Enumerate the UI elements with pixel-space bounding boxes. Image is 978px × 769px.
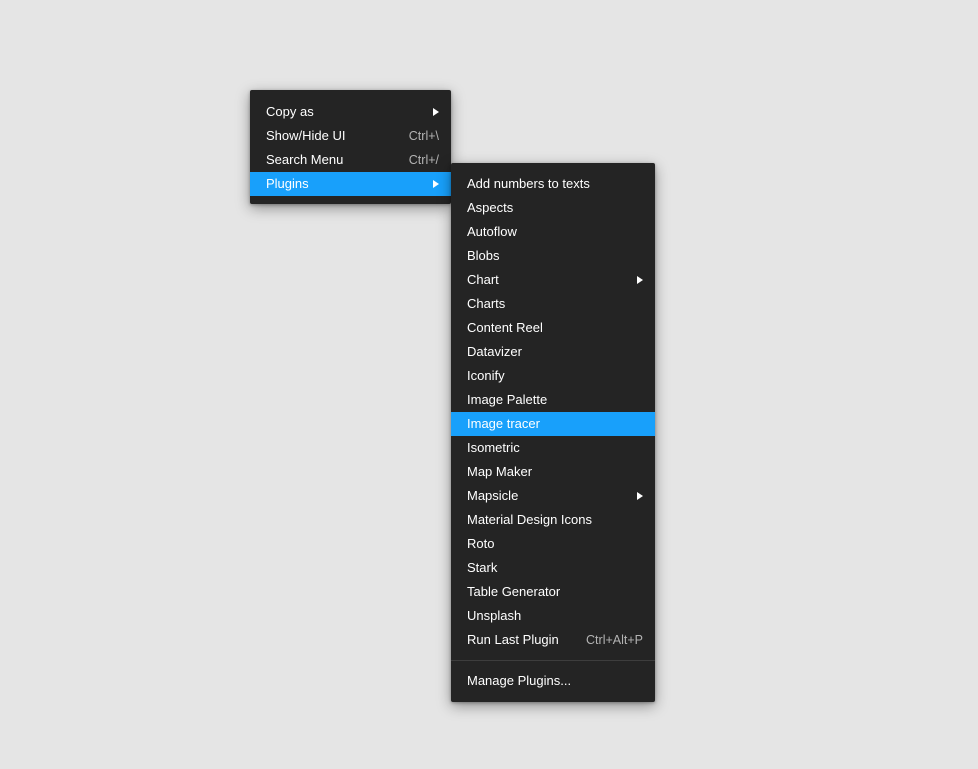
menu-item-label: Chart <box>467 272 499 287</box>
menu-item-charts[interactable]: Charts <box>451 292 655 316</box>
menu-item-label: Image tracer <box>467 416 540 431</box>
chevron-right-icon <box>433 108 439 116</box>
menu-item-label: Mapsicle <box>467 488 519 503</box>
menu-item-iconify[interactable]: Iconify <box>451 364 655 388</box>
context-menu-plugins-submenu[interactable]: Add numbers to texts Aspects Autoflow Blobs… <box>451 163 655 702</box>
context-menu-main[interactable]: Copy as Show/Hide UI Ctrl+\ Search Menu Ctrl… <box>250 90 451 204</box>
screen-canvas: Copy as Show/Hide UI Ctrl+\ Search Menu Ctrl… <box>0 0 978 769</box>
menu-item-shortcut: Ctrl+Alt+P <box>586 633 643 647</box>
menu-item-autoflow[interactable]: Autoflow <box>451 220 655 244</box>
menu-item-label: Content Reel <box>467 320 543 335</box>
menu-item-label: Autoflow <box>467 224 517 239</box>
menu-item-search-menu[interactable]: Search Menu Ctrl+/ <box>250 148 451 172</box>
menu-item-label: Image Palette <box>467 392 548 407</box>
menu-item-material-design-icons[interactable]: Material Design Icons <box>451 508 655 532</box>
menu-item-label: Isometric <box>467 440 520 455</box>
menu-divider <box>451 660 655 661</box>
menu-item-map-maker[interactable]: Map Maker <box>451 460 655 484</box>
menu-item-label: Table Generator <box>467 584 561 599</box>
menu-item-run-last-plugin[interactable]: Run Last Plugin Ctrl+Alt+P <box>451 628 655 652</box>
menu-item-label: Plugins <box>266 176 309 191</box>
menu-item-label: Blobs <box>467 248 500 263</box>
menu-item-label: Manage Plugins... <box>467 673 572 688</box>
menu-item-show-hide-ui[interactable]: Show/Hide UI Ctrl+\ <box>250 124 451 148</box>
menu-item-label: Add numbers to texts <box>467 176 590 191</box>
menu-item-label: Iconify <box>467 368 505 383</box>
menu-item-plugins[interactable]: Plugins <box>250 172 451 196</box>
menu-item-label: Material Design Icons <box>467 512 592 527</box>
menu-item-label: Charts <box>467 296 506 311</box>
menu-item-shortcut: Ctrl+/ <box>408 153 439 167</box>
menu-item-shortcut: Ctrl+\ <box>408 129 439 143</box>
menu-item-label: Show/Hide UI <box>266 128 346 143</box>
menu-item-label: Stark <box>467 560 498 575</box>
menu-item-table-generator[interactable]: Table Generator <box>451 580 655 604</box>
menu-item-label: Roto <box>467 536 495 551</box>
menu-item-image-tracer[interactable]: Image tracer <box>451 412 655 436</box>
menu-item-label: Map Maker <box>467 464 533 479</box>
menu-item-label: Datavizer <box>467 344 522 359</box>
menu-item-copy-as[interactable]: Copy as <box>250 100 451 124</box>
menu-item-label: Run Last Plugin <box>467 632 559 647</box>
menu-item-label: Search Menu <box>266 152 344 167</box>
menu-item-content-reel[interactable]: Content Reel <box>451 316 655 340</box>
menu-item-unsplash[interactable]: Unsplash <box>451 604 655 628</box>
menu-item-isometric[interactable]: Isometric <box>451 436 655 460</box>
menu-item-add-numbers-to-texts[interactable]: Add numbers to texts <box>451 172 655 196</box>
menu-item-manage-plugins[interactable]: Manage Plugins... <box>451 669 655 693</box>
menu-item-datavizer[interactable]: Datavizer <box>451 340 655 364</box>
menu-item-mapsicle[interactable]: Mapsicle <box>451 484 655 508</box>
menu-item-stark[interactable]: Stark <box>451 556 655 580</box>
menu-item-aspects[interactable]: Aspects <box>451 196 655 220</box>
chevron-right-icon <box>433 180 439 188</box>
menu-item-image-palette[interactable]: Image Palette <box>451 388 655 412</box>
menu-item-label: Copy as <box>266 104 314 119</box>
menu-item-label: Aspects <box>467 200 514 215</box>
menu-item-chart[interactable]: Chart <box>451 268 655 292</box>
menu-item-label: Unsplash <box>467 608 522 623</box>
menu-item-roto[interactable]: Roto <box>451 532 655 556</box>
chevron-right-icon <box>637 492 643 500</box>
chevron-right-icon <box>637 276 643 284</box>
menu-item-blobs[interactable]: Blobs <box>451 244 655 268</box>
